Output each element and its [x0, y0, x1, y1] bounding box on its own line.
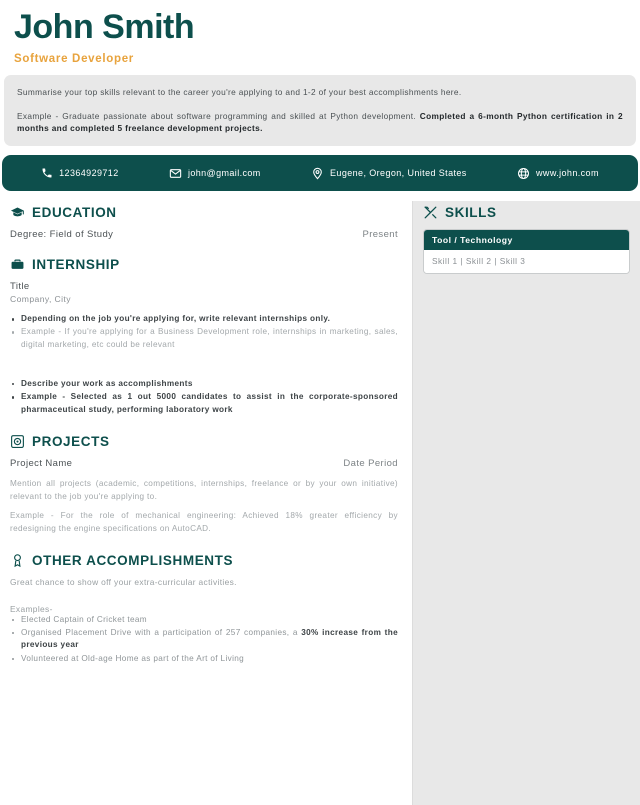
skills-table-header: Tool / Technology: [424, 230, 629, 251]
award-ribbon-icon: [10, 553, 25, 568]
projects-paragraph-2: Example - For the role of mechanical eng…: [10, 511, 398, 534]
accomplishments-list: Elected Captain of Cricket team Organise…: [10, 614, 398, 665]
accomplishment-text-normal: Organised Placement Drive with a partici…: [21, 628, 302, 638]
section-heading-accomplishments: OTHER ACCOMPLISHMENTS: [10, 553, 398, 568]
section-heading-skills: SKILLS: [423, 205, 630, 220]
summary-line-1: Summarise your top skills relevant to th…: [17, 87, 462, 98]
accomplishments-intro: Great chance to show off your extra-curr…: [10, 576, 237, 587]
contact-location[interactable]: Eugene, Oregon, United States: [311, 167, 467, 180]
list-item: Volunteered at Old-age Home as part of t…: [10, 653, 398, 665]
internship-title: Title: [10, 281, 30, 293]
globe-icon: [517, 167, 530, 180]
summary-line-2: Example - Graduate passionate about soft…: [17, 110, 623, 134]
education-date: Present: [362, 229, 398, 241]
project-name: Project Name: [10, 457, 73, 469]
section-heading-internship: INTERNSHIP: [10, 257, 398, 272]
main-column: EDUCATION Degree: Field of Study Present…: [0, 201, 413, 805]
graduation-cap-icon: [10, 205, 25, 220]
contact-phone-text: 12364929712: [59, 168, 119, 179]
contact-website-text: www.john.com: [536, 168, 599, 179]
projects-heading-text: PROJECTS: [32, 433, 110, 449]
internship-company: Company, City: [10, 294, 71, 305]
projects-row: Project Name Date Period: [10, 458, 398, 469]
resume-body: EDUCATION Degree: Field of Study Present…: [0, 201, 640, 805]
list-item: Example - Selected as 1 out 5000 candida…: [10, 391, 398, 416]
skills-table-row: Skill 1 | Skill 2 | Skill 3: [424, 250, 629, 274]
contact-bar: 12364929712 john@gmail.com Eugene, Orego…: [2, 155, 638, 192]
list-item: Elected Captain of Cricket team: [10, 614, 398, 626]
location-pin-icon: [311, 167, 324, 180]
contact-email-text: john@gmail.com: [187, 168, 261, 179]
contact-email[interactable]: john@gmail.com: [169, 167, 261, 180]
project-aperture-icon: [10, 434, 25, 449]
contact-location-text: Eugene, Oregon, United States: [330, 168, 467, 179]
section-heading-education: EDUCATION: [10, 205, 398, 220]
job-title: Software Developer: [14, 53, 134, 66]
sidebar-column: SKILLS Tool / Technology Skill 1 | Skill…: [413, 201, 640, 805]
skills-table: Tool / Technology Skill 1 | Skill 2 | Sk…: [423, 229, 630, 275]
phone-icon: [41, 167, 53, 179]
contact-phone[interactable]: 12364929712: [41, 167, 118, 179]
internship-heading-text: INTERNSHIP: [32, 257, 120, 273]
tools-icon: [423, 205, 438, 220]
accomplishments-heading-text: OTHER ACCOMPLISHMENTS: [32, 552, 234, 568]
accomplishments-examples-label: Examples-: [10, 603, 53, 614]
projects-paragraph-1: Mention all projects (academic, competit…: [10, 478, 398, 501]
list-item: Depending on the job you're applying for…: [10, 313, 398, 325]
summary-example-normal: Example - Graduate passionate about soft…: [17, 111, 420, 122]
email-icon: [169, 167, 182, 180]
education-degree: Degree: Field of Study: [10, 229, 114, 241]
contact-website[interactable]: www.john.com: [517, 167, 599, 180]
resume-header: John Smith Software Developer: [0, 0, 640, 65]
education-row: Degree: Field of Study Present: [10, 229, 398, 240]
section-heading-projects: PROJECTS: [10, 434, 398, 449]
summary-box: Summarise your top skills relevant to th…: [4, 75, 636, 147]
internship-bullets-group-1: Depending on the job you're applying for…: [10, 313, 398, 351]
education-heading-text: EDUCATION: [32, 205, 117, 221]
list-item: Organised Placement Drive with a partici…: [10, 627, 398, 652]
list-item: Example - If you're applying for a Busin…: [10, 326, 398, 351]
internship-bullets-group-2: Describe your work as accomplishments Ex…: [10, 378, 398, 416]
page-title: John Smith: [14, 8, 195, 46]
list-item: Describe your work as accomplishments: [10, 378, 398, 390]
project-date: Date Period: [343, 457, 398, 469]
skills-heading-text: SKILLS: [445, 205, 497, 221]
briefcase-icon: [10, 257, 25, 272]
